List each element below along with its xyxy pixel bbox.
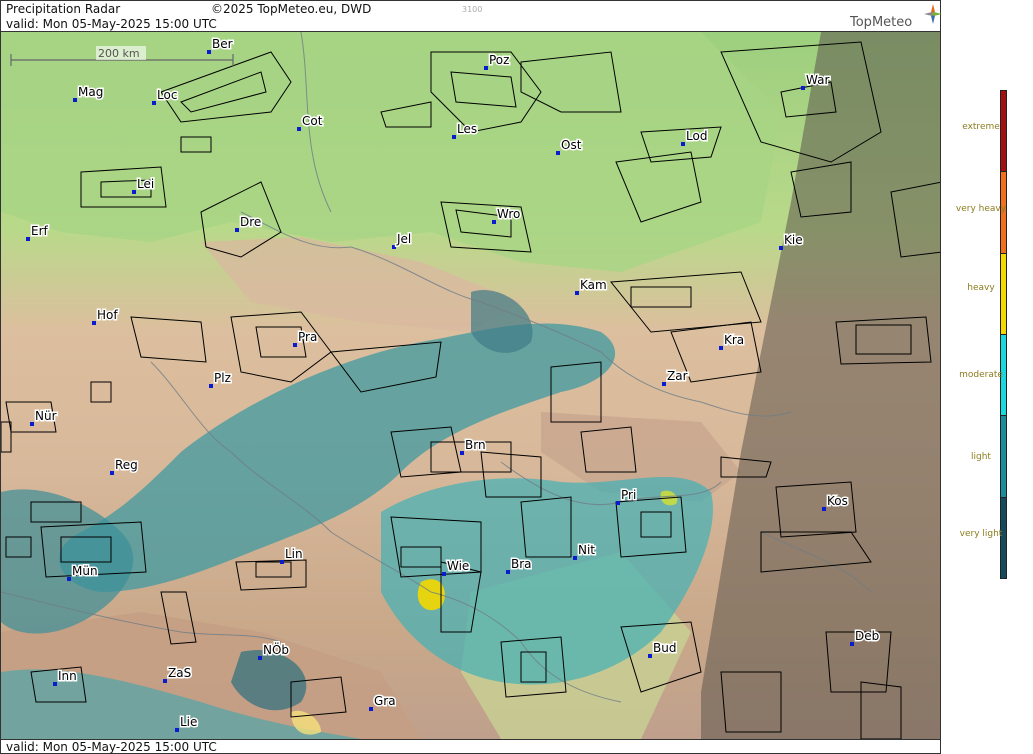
radar-map[interactable]: 200 km Ber Poz Mag Loc Cot Les Ost Lod War Lei Dre… xyxy=(0,32,941,739)
legend-segment xyxy=(1000,252,1007,335)
city-label: Kam xyxy=(580,278,607,292)
city-dot xyxy=(662,382,666,386)
city-label: Nür xyxy=(35,409,57,423)
city-label: Inn xyxy=(58,669,77,683)
city-dot xyxy=(556,151,560,155)
logo-text: TopMeteo xyxy=(850,15,913,30)
city-label: Nit xyxy=(578,543,595,557)
map-canvas: 200 km Ber Poz Mag Loc Cot Les Ost Lod War Lei Dre… xyxy=(1,32,940,739)
city-dot xyxy=(73,98,77,102)
city-label: Pri xyxy=(621,488,636,502)
city-label: NÖb xyxy=(263,641,289,657)
city-label: Ber xyxy=(212,37,233,51)
city-label: Kie xyxy=(784,233,803,247)
city-dot xyxy=(110,471,114,475)
city-label: Kos xyxy=(827,494,848,508)
city-dot xyxy=(648,654,652,658)
city-label: Gra xyxy=(374,694,396,708)
city-label: Hof xyxy=(97,308,118,322)
city-dot xyxy=(850,642,854,646)
city-label: Loc xyxy=(157,88,177,102)
city-dot xyxy=(280,560,284,564)
city-dot xyxy=(822,507,826,511)
city-dot xyxy=(369,707,373,711)
city-label: Erf xyxy=(31,224,49,238)
city-dot xyxy=(132,190,136,194)
city-label: Poz xyxy=(489,53,509,67)
northern-lowland xyxy=(1,32,781,272)
city-label: Plz xyxy=(214,371,231,385)
city-dot xyxy=(67,577,71,581)
city-label: Lin xyxy=(285,547,303,561)
legend-label: very heavy xyxy=(955,204,1007,214)
city-dot xyxy=(392,245,396,249)
map-title: Precipitation Radar xyxy=(6,2,121,16)
city-label: Bud xyxy=(653,641,676,655)
city-label: ZaS xyxy=(168,666,191,680)
city-label: Les xyxy=(457,122,477,136)
legend-label: very light xyxy=(959,529,1003,539)
city-dot xyxy=(442,572,446,576)
city-dot xyxy=(163,679,167,683)
legend-label: heavy xyxy=(967,283,995,293)
city-label: Pra xyxy=(298,330,317,344)
image-id-text: 3100 xyxy=(462,5,483,14)
compass-star-icon xyxy=(924,4,942,24)
city-label: Dre xyxy=(240,215,261,229)
city-label: Jel xyxy=(396,232,411,246)
city-dot xyxy=(719,346,723,350)
city-label: War xyxy=(806,73,829,87)
city-label: Lod xyxy=(686,129,707,143)
map-footer: valid: Mon 05-May-2025 15:00 UTC xyxy=(0,739,941,754)
city-dot xyxy=(573,556,577,560)
city-dot xyxy=(258,656,262,660)
city-dot xyxy=(801,86,805,90)
city-dot xyxy=(484,66,488,70)
city-dot xyxy=(506,570,510,574)
city-label: Bra xyxy=(511,557,532,571)
city-label: Wie xyxy=(447,559,469,573)
city-label: Lei xyxy=(137,177,154,191)
city-label: Ost xyxy=(561,138,582,152)
city-label: Deb xyxy=(855,629,879,643)
city-dot xyxy=(681,142,685,146)
city-dot xyxy=(616,501,620,505)
city-dot xyxy=(779,246,783,250)
city-label: Brn xyxy=(465,438,486,452)
city-dot xyxy=(293,343,297,347)
city-label: Mag xyxy=(78,85,103,99)
city-dot xyxy=(235,228,239,232)
map-header: Precipitation Radar ©2025 TopMeteo.eu, D… xyxy=(0,0,942,32)
footer-valid-time: valid: Mon 05-May-2025 15:00 UTC xyxy=(6,740,217,754)
city-dot xyxy=(92,321,96,325)
legend-label: light xyxy=(971,452,991,462)
city-dot xyxy=(175,728,179,732)
city-dot xyxy=(460,451,464,455)
city-dot xyxy=(152,101,156,105)
city-dot xyxy=(452,135,456,139)
city-label: Cot xyxy=(302,114,323,128)
topmeteo-logo: TopMeteo xyxy=(847,3,942,31)
city-label: Wro xyxy=(497,207,520,221)
city-dot xyxy=(26,237,30,241)
city-label: Kra xyxy=(724,333,744,347)
city-dot xyxy=(207,50,211,54)
city-label: Lie xyxy=(180,715,197,729)
city-label: Zar xyxy=(667,369,688,383)
copyright-text: ©2025 TopMeteo.eu, DWD xyxy=(211,2,372,16)
city-label: Reg xyxy=(115,458,138,472)
legend-label: moderate xyxy=(959,370,1003,380)
legend-color-bar xyxy=(1000,90,1007,579)
valid-time: valid: Mon 05-May-2025 15:00 UTC xyxy=(6,17,217,31)
city-dot xyxy=(492,220,496,224)
scale-bar-label: 200 km xyxy=(98,47,140,60)
city-dot xyxy=(53,682,57,686)
legend-label: extreme xyxy=(962,122,1000,132)
city-dot xyxy=(30,422,34,426)
city-dot xyxy=(297,127,301,131)
city-dot xyxy=(209,384,213,388)
city-dot xyxy=(575,291,579,295)
city-label: Mün xyxy=(72,564,98,578)
